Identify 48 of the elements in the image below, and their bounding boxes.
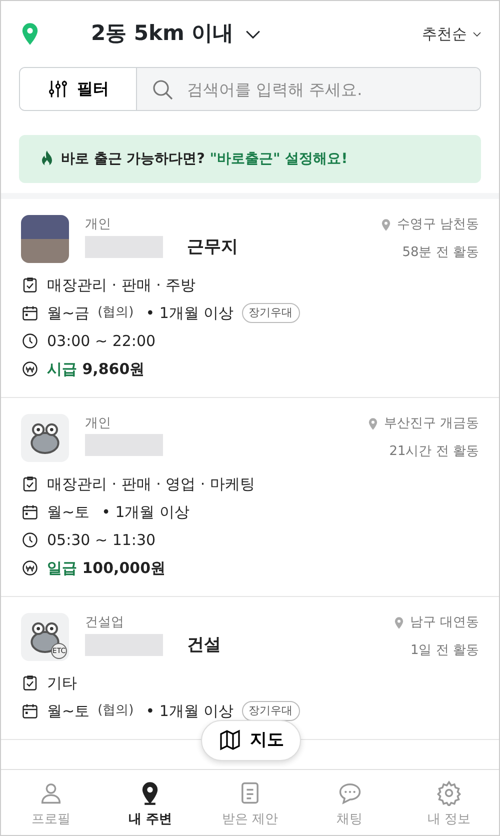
work-hours: 03:00 ~ 22:00 [47, 330, 156, 352]
calendar-icon [21, 304, 39, 322]
notice-banner[interactable]: 바로 출근 가능하다면? "바로출근" 설정해요! [19, 135, 481, 183]
clipboard-check-icon [21, 674, 39, 692]
banner-text: 바로 출근 가능하다면? "바로출근" 설정해요! [61, 150, 348, 168]
work-period: • 1개월 이상 [146, 302, 234, 324]
activity-time: 1일 전 활동 [409, 642, 479, 660]
location-dropdown[interactable]: 2동 5km 이내 [91, 18, 264, 50]
job-area: 남구 대연동 [410, 613, 479, 632]
job-card[interactable]: 개인 근무지 수영구 남천동 58분 전 활동 매장관리 · 판매 · 주방 월~금 (협의) • 1개월 이상 장기우대 03:00 ~ 22:00 시급 9,860원 [1, 199, 499, 398]
job-area: 부산진구 개금동 [384, 414, 479, 434]
work-hours: 05:30 ~ 11:30 [47, 530, 156, 551]
days-note: (협의) [98, 702, 134, 720]
period-tag: 장기우대 [242, 302, 300, 324]
calendar-icon [21, 503, 39, 521]
job-duties: 기타 [47, 672, 77, 694]
work-days: 월~금 [47, 302, 90, 324]
company-type: 건설업 [85, 614, 125, 632]
work-period: • 1개월 이상 [146, 700, 234, 722]
work-days: 월~토 [47, 500, 90, 524]
activity-time: 58분 전 활동 [401, 244, 479, 262]
settings-icon [436, 780, 462, 806]
won-coin-icon [21, 360, 39, 378]
job-area: 수영구 남천동 [396, 215, 479, 234]
job-card[interactable]: 개인 부산진구 개금동 21시간 전 활동 매장관리 · 판매 · 영업 · 마케팅 월~토 • 1개월 이상 05:30 ~ 11:30 일급 100,000원 [1, 398, 499, 597]
clipboard-check-icon [21, 276, 39, 294]
nav-tab[interactable]: 내 주변 [100, 770, 200, 835]
job-duties: 매장관리 · 판매 · 주방 [47, 274, 196, 296]
company-type: 개인 [85, 216, 112, 234]
pay-info: 일급 100,000원 [47, 558, 166, 579]
company-type: 개인 [85, 415, 112, 433]
job-duties: 매장관리 · 판매 · 영업 · 마케팅 [47, 474, 255, 495]
map-button[interactable]: 지도 [201, 720, 301, 761]
map-icon [218, 728, 242, 752]
clock-icon [21, 332, 39, 350]
calendar-icon [21, 702, 39, 720]
clipboard-check-icon [21, 475, 39, 493]
activity-time: 21시간 전 활동 [388, 442, 479, 460]
company-name: 건설 [187, 634, 221, 656]
won-coin-icon [21, 559, 39, 577]
work-period: • 1개월 이상 [102, 502, 190, 523]
clock-icon [21, 531, 39, 549]
work-days: 월~토 [47, 700, 90, 722]
days-note: (협의) [98, 304, 134, 322]
company-name: 근무지 [187, 236, 238, 258]
sort-dropdown[interactable]: 추천순 [422, 22, 483, 46]
pay-info: 시급 9,860원 [47, 358, 145, 380]
photo-placeholder [21, 215, 69, 263]
